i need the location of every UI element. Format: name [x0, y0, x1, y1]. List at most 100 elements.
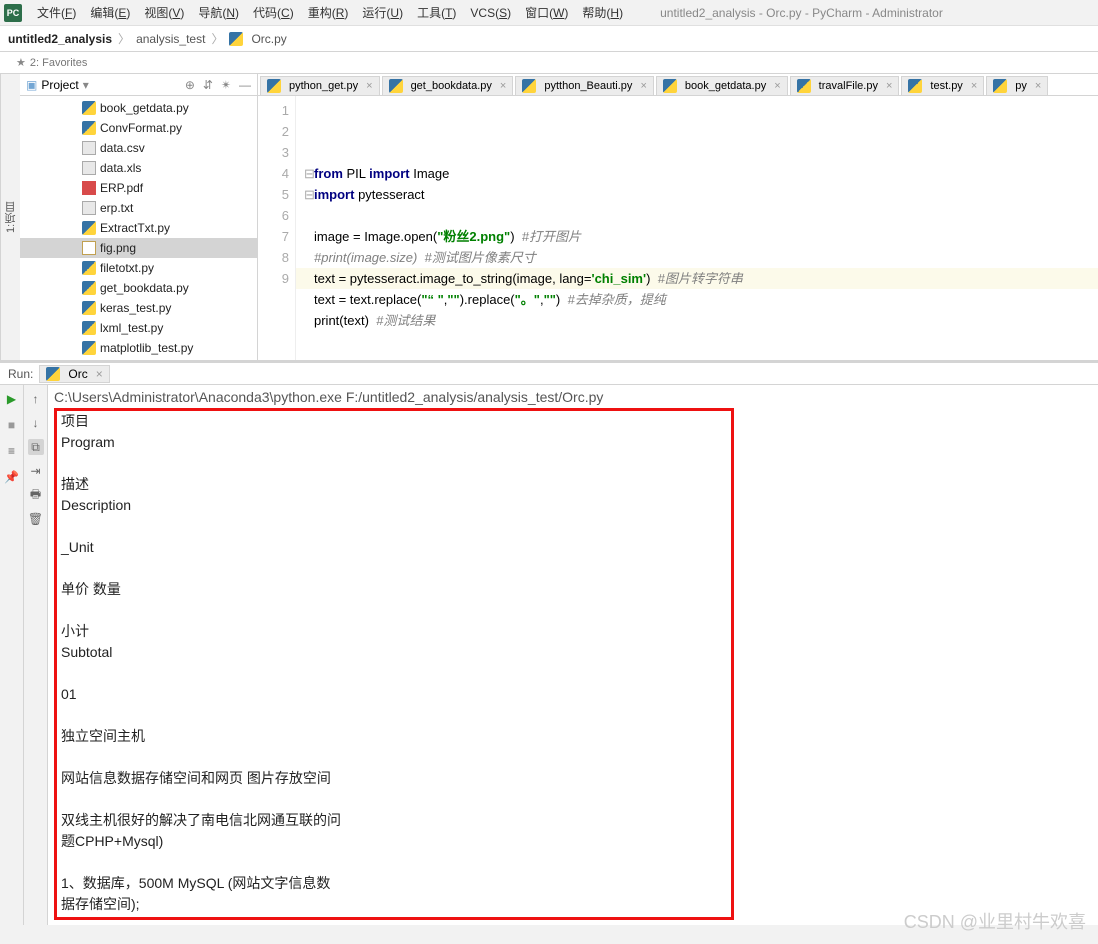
- project-tree[interactable]: book_getdata.pyConvFormat.pydata.csvdata…: [20, 96, 257, 360]
- tree-item[interactable]: erp.txt: [20, 198, 257, 218]
- run-toolbar-secondary: ↑ ↓ ⧉ ⇥ 🖶 🗑: [24, 385, 48, 925]
- run-tool-window: Run: Orc × ▶ ■ ≡ 📌 ↑ ↓ ⧉ ⇥ 🖶 🗑 C:\Users\…: [0, 360, 1098, 925]
- tree-item[interactable]: ERP.pdf: [20, 178, 257, 198]
- dropdown-icon[interactable]: ▾: [83, 78, 89, 92]
- close-icon[interactable]: ×: [886, 80, 892, 92]
- py-file-icon: [82, 261, 96, 275]
- project-tool-tab[interactable]: 1:项目: [0, 74, 20, 360]
- close-icon[interactable]: ×: [774, 80, 780, 92]
- menu-item[interactable]: VCS(S): [463, 4, 518, 22]
- txt-file-icon: [82, 141, 96, 155]
- run-tab[interactable]: Orc ×: [39, 365, 109, 383]
- menu-item[interactable]: 视图(V): [137, 4, 191, 22]
- txt-file-icon: [82, 161, 96, 175]
- down-icon[interactable]: ↓: [28, 415, 44, 431]
- editor-tab[interactable]: pytthon_Beauti.py×: [515, 76, 654, 95]
- crumb-folder[interactable]: analysis_test: [136, 32, 205, 46]
- gear-icon[interactable]: ✴: [221, 78, 231, 92]
- python-file-icon: [267, 79, 281, 93]
- wrap-icon[interactable]: ⧉: [28, 439, 44, 455]
- menu-item[interactable]: 代码(C): [246, 4, 301, 22]
- close-icon[interactable]: ×: [500, 80, 506, 92]
- pdf-file-icon: [82, 181, 96, 195]
- window-title: untitled2_analysis - Orc.py - PyCharm - …: [660, 6, 943, 20]
- py-file-icon: [82, 321, 96, 335]
- py-file-icon: [82, 121, 96, 135]
- close-icon[interactable]: ×: [1035, 80, 1041, 92]
- python-file-icon: [908, 79, 922, 93]
- editor-tab[interactable]: py×: [986, 76, 1048, 95]
- star-icon: ★: [16, 56, 26, 69]
- tree-item[interactable]: ConvFormat.py: [20, 118, 257, 138]
- editor-tab[interactable]: python_get.py×: [260, 76, 380, 95]
- menu-item[interactable]: 工具(T): [410, 4, 463, 22]
- menu-item[interactable]: 重构(R): [301, 4, 356, 22]
- editor: python_get.py×get_bookdata.py×pytthon_Be…: [258, 74, 1098, 360]
- tree-item[interactable]: ExtractTxt.py: [20, 218, 257, 238]
- hide-icon[interactable]: —: [239, 78, 251, 92]
- editor-tab[interactable]: book_getdata.py×: [656, 76, 788, 95]
- tree-item[interactable]: matplotlib_test.py: [20, 338, 257, 358]
- tree-item[interactable]: get_bookdata.py: [20, 278, 257, 298]
- close-icon[interactable]: ×: [366, 80, 372, 92]
- close-icon[interactable]: ×: [96, 367, 103, 381]
- run-output[interactable]: C:\Users\Administrator\Anaconda3\python.…: [48, 385, 1098, 925]
- menu-item[interactable]: 编辑(E): [83, 4, 137, 22]
- crumb-file[interactable]: Orc.py: [251, 32, 286, 46]
- output-highlight-box: 项目Program 描述Description _Unit 单价 数量 小计Su…: [54, 408, 734, 920]
- layout-icon[interactable]: ≡: [4, 443, 20, 459]
- tree-item[interactable]: data.xls: [20, 158, 257, 178]
- py-file-icon: [82, 341, 96, 355]
- stop-icon[interactable]: ■: [4, 417, 20, 433]
- menu-item[interactable]: 文件(F): [30, 4, 83, 22]
- menubar: PC 文件(F)编辑(E)视图(V)导航(N)代码(C)重构(R)运行(U)工具…: [0, 0, 1098, 26]
- crumb-root[interactable]: untitled2_analysis: [8, 32, 112, 46]
- run-label: Run:: [8, 367, 33, 381]
- tree-item[interactable]: fig.png: [20, 238, 257, 258]
- favorites-bar[interactable]: ★ 2: Favorites: [0, 52, 1098, 74]
- tree-item[interactable]: keras_test.py: [20, 298, 257, 318]
- py-file-icon: [82, 221, 96, 235]
- up-icon[interactable]: ↑: [28, 391, 44, 407]
- run-toolbar-primary: ▶ ■ ≡ 📌: [0, 385, 24, 925]
- py-file-icon: [82, 281, 96, 295]
- python-file-icon: [229, 32, 243, 46]
- locate-icon[interactable]: ⊕: [185, 78, 195, 92]
- close-icon[interactable]: ×: [640, 80, 646, 92]
- python-file-icon: [522, 79, 536, 93]
- command-line: C:\Users\Administrator\Anaconda3\python.…: [54, 387, 1092, 408]
- pycharm-logo: PC: [4, 4, 22, 22]
- editor-tab[interactable]: get_bookdata.py×: [382, 76, 514, 95]
- python-file-icon: [993, 79, 1007, 93]
- scroll-icon[interactable]: ⇥: [28, 463, 44, 479]
- python-file-icon: [663, 79, 677, 93]
- menu-item[interactable]: 导航(N): [191, 4, 246, 22]
- menu-item[interactable]: 帮助(H): [575, 4, 630, 22]
- line-gutter: 123456789: [258, 96, 296, 360]
- tree-item[interactable]: lxml_test.py: [20, 318, 257, 338]
- project-panel: ▣ Project ▾ ⊕ ⇵ ✴ — book_getdata.pyConvF…: [20, 74, 258, 360]
- python-file-icon: [797, 79, 811, 93]
- python-file-icon: [46, 367, 60, 381]
- close-icon[interactable]: ×: [971, 80, 977, 92]
- delete-icon[interactable]: 🗑: [28, 511, 44, 527]
- txt-file-icon: [82, 201, 96, 215]
- pin-icon[interactable]: 📌: [4, 469, 20, 485]
- project-title: Project: [41, 78, 78, 92]
- folder-icon: ▣: [26, 78, 37, 92]
- editor-tab[interactable]: test.py×: [901, 76, 984, 95]
- editor-tabs[interactable]: python_get.py×get_bookdata.py×pytthon_Be…: [258, 74, 1098, 96]
- menu-item[interactable]: 运行(U): [355, 4, 410, 22]
- editor-tab[interactable]: travalFile.py×: [790, 76, 900, 95]
- print-icon[interactable]: 🖶: [28, 487, 44, 503]
- menu-item[interactable]: 窗口(W): [518, 4, 575, 22]
- collapse-icon[interactable]: ⇵: [203, 78, 213, 92]
- png-file-icon: [82, 241, 96, 255]
- breadcrumb: untitled2_analysis 〉 analysis_test 〉 Orc…: [0, 26, 1098, 52]
- tree-item[interactable]: filetotxt.py: [20, 258, 257, 278]
- tree-item[interactable]: data.csv: [20, 138, 257, 158]
- tree-item[interactable]: book_getdata.py: [20, 98, 257, 118]
- rerun-icon[interactable]: ▶: [4, 391, 20, 407]
- code-content[interactable]: ⊟from PIL import Image⊟import pytesserac…: [296, 96, 1098, 360]
- python-file-icon: [389, 79, 403, 93]
